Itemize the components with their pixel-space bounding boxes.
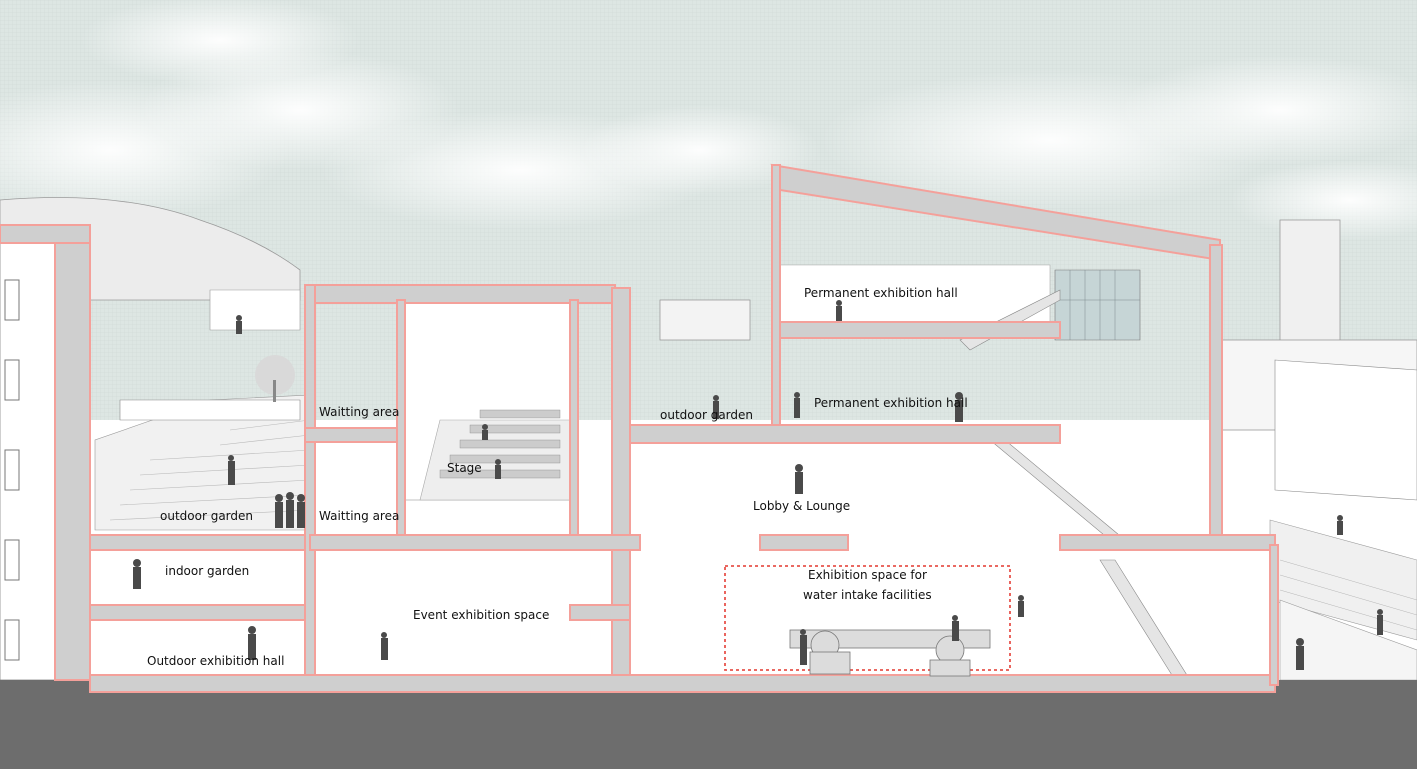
label-permanent-exhibition-hall-top: Permanent exhibition hall: [804, 286, 958, 300]
label-waiting-area-lower: Waitting area: [319, 509, 400, 523]
label-waiting-area-upper: Waitting area: [319, 405, 400, 419]
label-water-intake-line2: water intake facilities: [803, 588, 932, 602]
label-outdoor-garden-center: outdoor garden: [660, 408, 753, 422]
label-water-intake-line1: Exhibition space for: [808, 568, 927, 582]
auditorium: [404, 299, 571, 501]
label-indoor-garden: indoor garden: [165, 564, 250, 578]
left-building: [0, 234, 56, 681]
label-lobby-lounge: Lobby & Lounge: [753, 499, 851, 513]
label-stage: Stage: [447, 461, 482, 475]
label-event-exhibition-space: Event exhibition space: [413, 608, 550, 622]
section-drawing: Permanent exhibition hall Permanent exhi…: [0, 0, 1417, 769]
label-outdoor-exhibition-hall: Outdoor exhibition hall: [147, 654, 285, 668]
ground: [0, 680, 1417, 769]
label-outdoor-garden-left: outdoor garden: [160, 509, 253, 523]
label-permanent-exhibition-hall-mid: Permanent exhibition hall: [814, 396, 968, 410]
